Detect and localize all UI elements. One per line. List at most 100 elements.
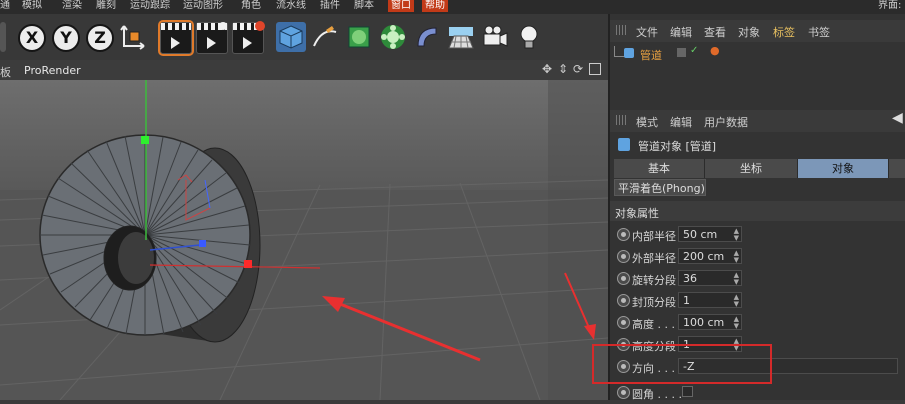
pen-spline-icon[interactable] [310,22,340,52]
move-view-icon[interactable]: ✥ [542,62,552,76]
prop-label: 高度 . . . . [632,318,682,331]
scale-view-icon[interactable]: ⇕ [558,62,568,76]
field-value: 1 [683,294,690,307]
om-menu-file[interactable]: 文件 [636,24,658,40]
rotate-view-icon[interactable]: ⟳ [573,62,583,76]
coordinate-system-icon[interactable] [118,22,148,52]
rotation-segments-input[interactable]: 36 ▲ ▼ [678,270,742,286]
animate-radio-icon[interactable] [617,272,630,285]
drag-handle-icon[interactable] [616,115,626,125]
menu-item[interactable]: 脚本 [354,0,374,12]
menu-item[interactable]: 角色 [241,0,261,12]
main-toolbar: X Y Z [0,14,608,61]
stepper-icon[interactable]: ▲ ▼ [734,294,739,308]
y-axis-lock-button[interactable]: Y [52,24,80,52]
prop-cap-segments: 封顶分段 1 ▲ ▼ [610,290,905,312]
menu-item[interactable]: 流水线 [276,0,306,12]
viewport-header: 板 ProRender ✥ ⇕ ⟳ [0,60,608,80]
animate-radio-icon[interactable] [617,250,630,263]
layout-label: 界面: [878,0,902,11]
prop-fillet: 圆角 . . . . [610,382,905,404]
render-picture-viewer-button[interactable] [196,22,228,54]
drag-handle-icon[interactable] [616,25,626,35]
field-value: 200 cm [683,250,725,263]
prop-label: 封顶分段 [632,296,676,309]
prop-inner-radius: 内部半径 50 cm ▲ ▼ [610,224,905,246]
subdivision-surface-icon[interactable] [344,22,374,52]
field-value: 36 [683,272,697,285]
stepper-icon[interactable]: ▲ ▼ [734,316,739,330]
stepper-icon[interactable]: ▲ ▼ [734,228,739,242]
phong-tag-icon[interactable]: ● [710,44,720,57]
prop-label: 旋转分段 [632,274,676,287]
camera-icon[interactable] [480,22,510,52]
right-panel: 文件 编辑 查看 对象 标签 书签 管道 ✓ ● 模式 编辑 用户数据 ◀ 管道… [592,14,905,401]
stepper-icon[interactable]: ▲ ▼ [734,272,739,286]
viewport-menu-item[interactable]: 板 [0,64,11,80]
menu-item[interactable]: 渲染 [62,0,82,12]
tab-more[interactable] [889,159,905,178]
prop-height: 高度 . . . . 100 cm ▲ ▼ [610,312,905,334]
light-bulb-icon[interactable] [514,22,544,52]
deformer-bend-icon[interactable] [412,22,442,52]
cap-segments-input[interactable]: 1 ▲ ▼ [678,292,742,308]
object-manager-menubar: 文件 编辑 查看 对象 标签 书签 [610,20,905,42]
outer-radius-input[interactable]: 200 cm ▲ ▼ [678,248,742,264]
array-cloner-icon[interactable] [378,22,408,52]
height-input[interactable]: 100 cm ▲ ▼ [678,314,742,330]
tab-coord[interactable]: 坐标 [705,159,798,178]
visibility-check-icon[interactable]: ✓ [690,45,698,56]
fillet-checkbox[interactable] [682,386,693,397]
attribute-manager-menubar: 模式 编辑 用户数据 ◀ [610,110,905,132]
om-menu-object[interactable]: 对象 [738,24,760,40]
section-title: 对象属性 [615,207,659,220]
cube-icon[interactable] [276,22,306,52]
inner-radius-input[interactable]: 50 cm ▲ ▼ [678,226,742,242]
tab-basic[interactable]: 基本 [614,159,705,178]
layer-icon[interactable] [677,48,686,57]
menu-item[interactable]: 通 [0,0,10,12]
back-arrow-icon[interactable]: ◀ [892,110,903,126]
am-menu-mode[interactable]: 模式 [636,114,658,130]
tab-phong[interactable]: 平滑着色(Phong) [614,179,706,196]
field-value: 100 cm [683,316,725,329]
object-name-pipe[interactable]: 管道 [640,47,662,63]
menu-item[interactable]: 模拟 [22,0,42,12]
menu-bar: 通 模拟 渲染 雕刻 运动跟踪 运动图形 角色 流水线 插件 脚本 窗口 帮助 … [0,0,905,14]
menu-item[interactable]: 雕刻 [96,0,116,12]
render-settings-button[interactable] [232,21,265,54]
prop-rotation-segments: 旋转分段 36 ▲ ▼ [610,268,905,290]
floor-grid-icon[interactable] [446,22,476,52]
prorender-menu[interactable]: ProRender [24,64,81,77]
section-header: 对象属性 [610,201,905,221]
animate-radio-icon[interactable] [617,386,630,399]
om-menu-bookmarks[interactable]: 书签 [808,24,830,40]
field-value: 50 cm [683,228,718,241]
menu-item-window[interactable]: 窗口 [388,0,414,12]
menu-item[interactable]: 运动跟踪 [130,0,170,12]
annotation-highlight-box [592,344,772,384]
menu-item-help[interactable]: 帮助 [422,0,448,12]
stepper-icon[interactable]: ▲ ▼ [734,250,739,264]
attribute-title: 管道对象 [管道] [638,140,717,153]
menu-item[interactable]: 运动图形 [183,0,223,12]
menu-item[interactable]: 插件 [320,0,340,12]
am-menu-edit[interactable]: 编辑 [670,114,692,130]
3d-viewport[interactable] [0,80,608,400]
pipe-object-icon [624,48,634,58]
tab-object[interactable]: 对象 [798,159,889,178]
x-axis-lock-button[interactable]: X [18,24,46,52]
prop-label: 内部半径 [632,230,676,243]
object-list: 管道 ✓ ● [610,42,905,104]
maximize-view-icon[interactable] [589,63,601,75]
animate-radio-icon[interactable] [617,294,630,307]
om-menu-tags[interactable]: 标签 [773,24,795,40]
pipe-object-icon [618,138,630,151]
z-axis-lock-button[interactable]: Z [86,24,114,52]
om-menu-view[interactable]: 查看 [704,24,726,40]
om-menu-edit[interactable]: 编辑 [670,24,692,40]
am-menu-userdata[interactable]: 用户数据 [704,114,748,130]
animate-radio-icon[interactable] [617,228,630,241]
animate-radio-icon[interactable] [617,316,630,329]
render-view-button[interactable] [158,20,194,56]
